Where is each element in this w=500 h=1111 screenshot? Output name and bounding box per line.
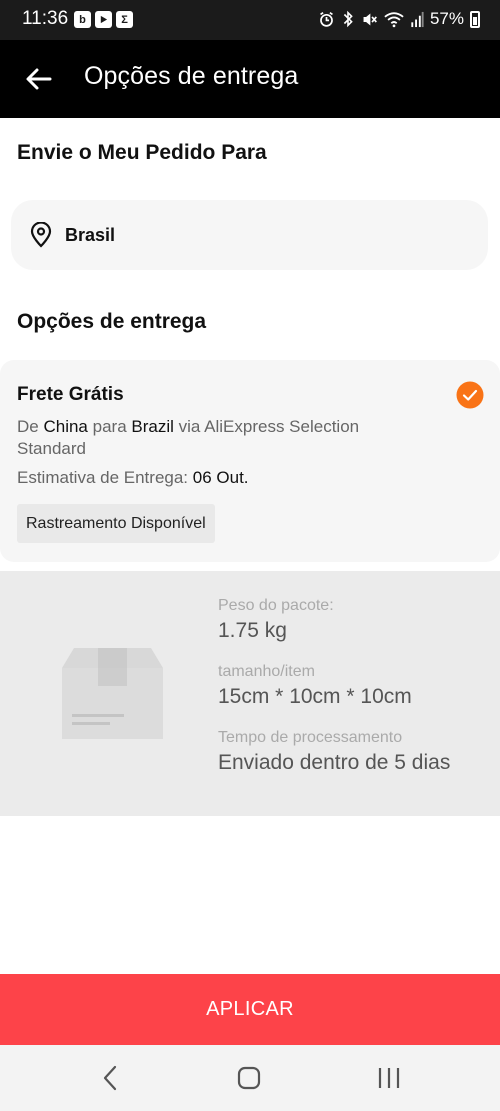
route-to: Brazil — [131, 417, 174, 436]
weight-value: 1.75 kg — [218, 619, 287, 642]
selected-check-icon[interactable] — [456, 381, 484, 409]
status-bar: 11:36 b Σ 57% — [0, 0, 500, 40]
signal-icon — [411, 11, 424, 27]
shipping-route: De China para Brazil via AliExpress Sele… — [17, 416, 397, 460]
package-info-panel: Peso do pacote: 1.75 kg tamanho/item 15c… — [0, 571, 500, 816]
mute-icon — [363, 13, 377, 25]
destination-selector[interactable]: Brasil — [11, 200, 488, 270]
system-nav-bar — [0, 1045, 500, 1111]
back-arrow-icon[interactable] — [24, 64, 54, 94]
nav-recents-icon[interactable] — [376, 1063, 402, 1093]
size-label: tamanho/item — [218, 663, 315, 680]
app-header: Opções de entrega — [0, 40, 500, 118]
youtube-icon — [95, 11, 112, 28]
processing-label: Tempo de processamento — [218, 729, 403, 746]
alarm-icon — [320, 11, 333, 27]
route-from: China — [43, 417, 88, 436]
wifi-icon — [384, 11, 404, 27]
tracking-badge: Rastreamento Disponível — [17, 504, 215, 543]
nav-back-icon[interactable] — [100, 1063, 120, 1093]
status-right-icons: 57% — [318, 9, 480, 29]
apply-button[interactable]: APLICAR — [0, 974, 500, 1045]
package-box-icon — [62, 648, 163, 739]
weight-label: Peso do pacote: — [218, 597, 334, 614]
bluetooth-icon — [343, 10, 353, 28]
notification-b-icon: b — [74, 11, 91, 28]
status-time: 11:36 — [22, 8, 69, 29]
destination-country: Brasil — [65, 224, 116, 245]
shipping-option-card[interactable]: Frete Grátis De China para Brazil via Al… — [0, 360, 500, 562]
size-value: 15cm * 10cm * 10cm — [218, 685, 412, 708]
processing-value: Enviado dentro de 5 dias — [218, 751, 451, 774]
route-prefix: De — [17, 417, 39, 436]
estimate-label: Estimativa de Entrega: — [17, 468, 189, 487]
package-details: Peso do pacote: 1.75 kg tamanho/item 15c… — [218, 597, 450, 795]
battery-percent: 57% — [429, 9, 464, 28]
page-title: Opções de entrega — [84, 62, 299, 90]
battery-icon — [470, 10, 480, 28]
destination-section-title: Envie o Meu Pedido Para — [17, 141, 267, 164]
estimate-value: 06 Out. — [192, 468, 249, 487]
route-mid: para — [92, 417, 127, 436]
sigma-app-icon: Σ — [116, 11, 133, 28]
nav-home-icon[interactable] — [236, 1063, 262, 1093]
status-left-icons: b Σ — [74, 11, 133, 28]
location-pin-icon — [30, 222, 52, 248]
delivery-estimate: Estimativa de Entrega: 06 Out. — [17, 468, 249, 488]
shipping-option-title: Frete Grátis — [17, 384, 124, 405]
shipping-section-title: Opções de entrega — [17, 310, 207, 333]
